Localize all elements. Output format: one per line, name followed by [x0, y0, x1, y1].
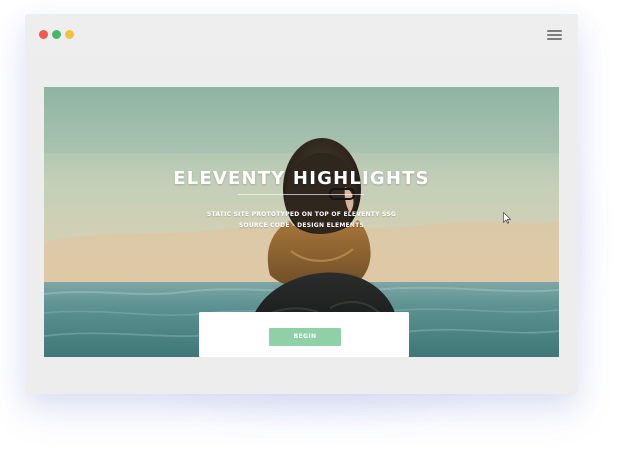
hero-banner: ELEVENTY HIGHLIGHTS STATIC SITE PROTOTYP… [44, 87, 559, 357]
title-divider [238, 194, 364, 195]
browser-titlebar [25, 14, 578, 56]
hero-subtitle-line-1: STATIC SITE PROTOTYPED ON TOP OF ELEVENT… [206, 211, 397, 218]
screenshot-stage: ELEVENTY HIGHLIGHTS STATIC SITE PROTOTYP… [0, 0, 624, 453]
menu-line-top [547, 30, 562, 32]
hero-title: ELEVENTY HIGHLIGHTS [173, 168, 430, 189]
mouse-pointer-icon [503, 212, 511, 224]
begin-button[interactable]: BEGIN [269, 328, 341, 346]
maximize-window-control[interactable] [65, 30, 74, 39]
menu-line-middle [547, 34, 562, 36]
browser-window: ELEVENTY HIGHLIGHTS STATIC SITE PROTOTYP… [25, 14, 578, 394]
hamburger-menu-icon[interactable] [545, 27, 565, 43]
hero-subtitle-line-2: SOURCE CODE - DESIGN ELEMENTS [238, 222, 365, 229]
menu-line-bottom [547, 38, 562, 40]
close-window-control[interactable] [39, 30, 48, 39]
minimize-window-control[interactable] [52, 30, 61, 39]
call-to-action-panel: BEGIN [199, 312, 409, 357]
